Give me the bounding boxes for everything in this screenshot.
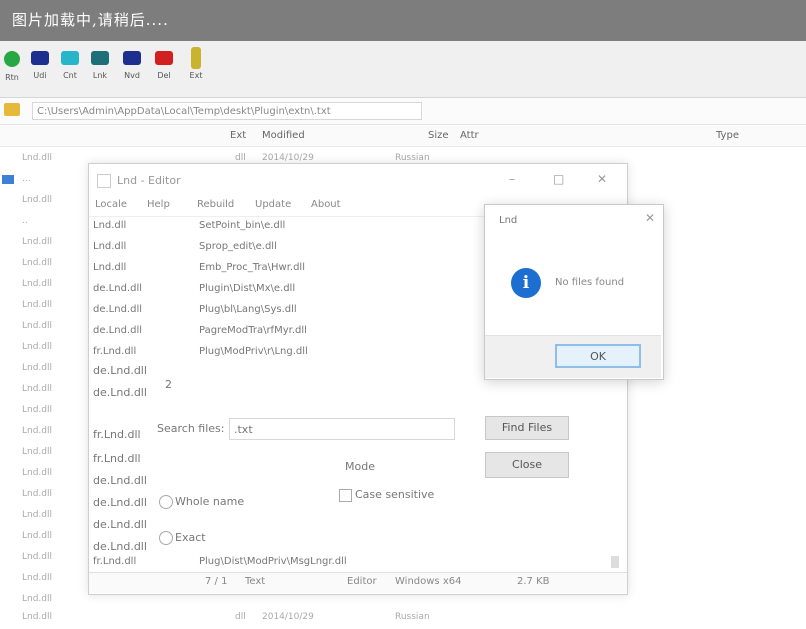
whole-name-radio[interactable] bbox=[159, 495, 173, 509]
toolbar-button-2[interactable]: Udi bbox=[28, 47, 52, 91]
column-ext[interactable]: Ext bbox=[230, 130, 246, 141]
message-title: Lnd bbox=[499, 215, 518, 226]
tool-icon bbox=[31, 51, 49, 65]
toolbar-button-back[interactable]: Rtn bbox=[0, 47, 24, 91]
mode-label: Mode bbox=[345, 460, 375, 473]
info-icon: i bbox=[511, 268, 541, 298]
list-item[interactable]: fr.Lnd.dll Plug\Dist\ModPriv\MsgLngr.dll bbox=[89, 552, 619, 573]
folder-icon bbox=[4, 103, 20, 116]
toolbar: Rtn Udi Cnt Lnk Nvd Del Ext bbox=[0, 41, 806, 98]
column-modified[interactable]: Modified bbox=[262, 130, 305, 141]
extra-row-5: de.Lnd.dll bbox=[93, 474, 147, 487]
tool-icon bbox=[61, 51, 79, 65]
table-row[interactable]: Lnd.dll dll 2014/10/29 Russian bbox=[0, 607, 806, 628]
menu-item[interactable]: Locale bbox=[95, 199, 127, 210]
message-box: Lnd ✕ i No files found OK bbox=[484, 204, 664, 380]
toolbar-button-exit[interactable]: Ext bbox=[184, 47, 208, 91]
list-item[interactable]: Lnd.dll SetPoint_bin\e.dll bbox=[89, 216, 509, 237]
minimize-icon[interactable]: – bbox=[509, 172, 515, 186]
column-type[interactable]: Type bbox=[716, 130, 739, 141]
case-sensitive-label: Case sensitive bbox=[355, 488, 435, 501]
ok-button[interactable]: OK bbox=[555, 344, 641, 368]
close-button[interactable]: Close bbox=[485, 452, 569, 478]
extra-row-3: fr.Lnd.dll bbox=[93, 428, 141, 441]
column-attr[interactable]: Attr bbox=[460, 130, 479, 141]
close-icon[interactable]: ✕ bbox=[597, 172, 607, 186]
status-mode: Editor bbox=[347, 576, 377, 587]
menu-item[interactable]: About bbox=[311, 199, 341, 210]
loading-banner: 图片加载中,请稍后.... bbox=[0, 0, 806, 41]
extra-row-2: de.Lnd.dll bbox=[93, 386, 147, 399]
count-label: 2 bbox=[165, 378, 172, 391]
toolbar-button-delete[interactable]: Del bbox=[152, 47, 176, 91]
dialog-titlebar: Lnd - Editor – □ ✕ bbox=[89, 164, 627, 196]
exact-label: Exact bbox=[175, 531, 206, 544]
search-label: Search files: bbox=[157, 422, 225, 435]
status-item: Text bbox=[245, 576, 266, 587]
file-icon bbox=[2, 175, 14, 184]
delete-icon bbox=[155, 51, 173, 65]
list-item[interactable]: de.Lnd.dll Plugin\Dist\Mx\e.dll bbox=[89, 279, 509, 300]
extra-row-7: de.Lnd.dll bbox=[93, 518, 147, 531]
menu-item[interactable]: Update bbox=[255, 199, 291, 210]
status-count: 7 / 1 bbox=[205, 576, 228, 587]
list-item[interactable]: de.Lnd.dll Plug\bl\Lang\Sys.dll bbox=[89, 300, 509, 321]
scrollbar[interactable] bbox=[611, 556, 619, 568]
extra-row-6: de.Lnd.dll bbox=[93, 496, 147, 509]
list-item[interactable]: fr.Lnd.dll Plug\ModPriv\r\Lng.dll bbox=[89, 342, 509, 363]
status-os: Windows x64 bbox=[395, 576, 462, 587]
close-icon[interactable]: ✕ bbox=[645, 211, 655, 225]
tool-icon bbox=[123, 51, 141, 65]
list-item[interactable]: de.Lnd.dll PagreModTra\rfMyr.dll bbox=[89, 321, 509, 342]
list-item[interactable]: Lnd.dll Emb_Proc_Tra\Hwr.dll bbox=[89, 258, 509, 279]
address-bar: C:\Users\Admin\AppData\Local\Temp\deskt\… bbox=[0, 98, 806, 125]
case-sensitive-checkbox[interactable] bbox=[339, 489, 352, 502]
whole-name-label: Whole name bbox=[175, 495, 245, 508]
extra-row-1: de.Lnd.dll bbox=[93, 364, 147, 377]
tool-icon bbox=[91, 51, 109, 65]
exact-radio[interactable] bbox=[159, 531, 173, 545]
toolbar-button-5[interactable]: Nvd bbox=[120, 47, 144, 91]
menu-item[interactable]: Rebuild bbox=[197, 199, 234, 210]
maximize-icon[interactable]: □ bbox=[553, 172, 564, 186]
message-text: No files found bbox=[555, 277, 625, 288]
find-files-button[interactable]: Find Files bbox=[485, 416, 569, 440]
menu-item[interactable]: Help bbox=[147, 199, 170, 210]
exit-icon bbox=[191, 47, 201, 69]
app-icon bbox=[97, 174, 111, 188]
dialog-statusbar: 7 / 1 Text Editor Windows x64 2.7 KB bbox=[89, 572, 627, 593]
search-input[interactable]: .txt bbox=[229, 418, 455, 440]
toolbar-button-3[interactable]: Cnt bbox=[58, 47, 82, 91]
list-item[interactable]: Lnd.dll Sprop_edit\e.dll bbox=[89, 237, 509, 258]
back-icon bbox=[4, 51, 20, 67]
message-footer: OK bbox=[485, 335, 661, 378]
dialog-title: Lnd - Editor bbox=[117, 174, 181, 187]
extra-row-4: fr.Lnd.dll bbox=[93, 452, 141, 465]
toolbar-button-4[interactable]: Lnk bbox=[88, 47, 112, 91]
path-input[interactable]: C:\Users\Admin\AppData\Local\Temp\deskt\… bbox=[32, 102, 422, 120]
status-size: 2.7 KB bbox=[517, 576, 550, 587]
file-list-header: Ext Modified Size Attr Type bbox=[0, 126, 806, 147]
column-size[interactable]: Size bbox=[428, 130, 449, 141]
